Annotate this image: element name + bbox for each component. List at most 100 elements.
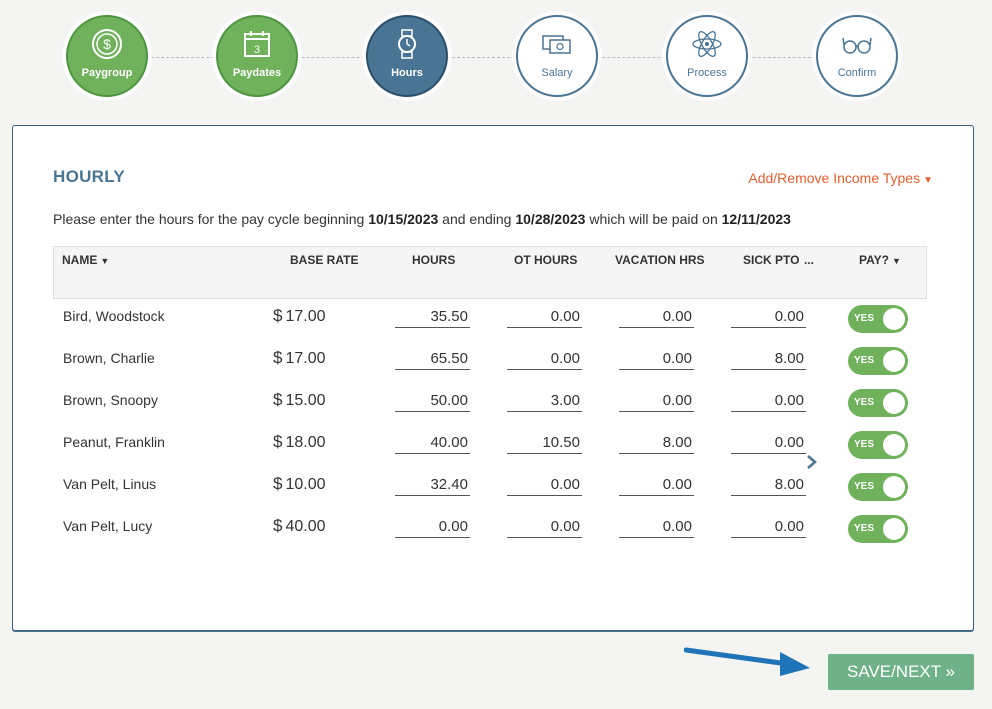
section-title: HOURLY	[53, 167, 126, 186]
ot-hours-input[interactable]	[507, 348, 582, 370]
step-label: Salary	[541, 67, 573, 79]
money-bill-icon	[540, 27, 574, 61]
employee-name: Peanut, Franklin	[63, 434, 165, 450]
step-hours[interactable]: Hours	[366, 15, 448, 97]
hours-input[interactable]	[395, 474, 470, 496]
atom-icon	[690, 27, 724, 61]
step-label: Paygroup	[81, 67, 133, 79]
sick-pto-input[interactable]	[731, 348, 806, 370]
save-next-button[interactable]: SAVE/NEXT »	[828, 654, 974, 690]
ot-hours-input[interactable]	[507, 306, 582, 328]
calendar-icon: 3	[240, 27, 274, 61]
add-remove-income-types-link[interactable]: Add/Remove Income Types ▼	[748, 170, 933, 186]
watch-icon	[390, 27, 424, 61]
intro-suffix: which will be paid on	[589, 211, 718, 227]
table-row: Brown, Charlie $17.00 YES	[53, 342, 933, 384]
pay-toggle[interactable]: YES	[848, 515, 908, 543]
employee-name: Bird, Woodstock	[63, 308, 165, 324]
sick-pto-input[interactable]	[731, 516, 806, 538]
step-process[interactable]: Process	[666, 15, 748, 97]
pay-toggle[interactable]: YES	[848, 473, 908, 501]
caret-down-icon: ▼	[100, 256, 110, 266]
column-header-sick-pto: SICK PTO	[743, 253, 800, 267]
sick-pto-input[interactable]	[731, 306, 806, 328]
step-confirm[interactable]: Confirm	[816, 15, 898, 97]
toggle-knob	[883, 434, 905, 456]
hours-input[interactable]	[395, 306, 470, 328]
column-header-ot-hours: OT HOURS	[514, 253, 578, 267]
ot-hours-input[interactable]	[507, 474, 582, 496]
caret-down-icon: ▼	[923, 175, 933, 186]
step-paydates[interactable]: 3 Paydates	[216, 15, 298, 97]
employee-name: Brown, Snoopy	[63, 392, 158, 408]
vacation-hours-input[interactable]	[619, 306, 694, 328]
ot-hours-input[interactable]	[507, 516, 582, 538]
pay-date: 12/11/2023	[721, 211, 791, 227]
toggle-knob	[883, 392, 905, 414]
sick-pto-input[interactable]	[731, 390, 806, 412]
hours-input[interactable]	[395, 432, 470, 454]
vacation-hours-input[interactable]	[619, 432, 694, 454]
base-rate: $17.00	[273, 348, 326, 367]
income-types-label: Add/Remove Income Types	[748, 170, 921, 186]
more-columns-indicator[interactable]: ...	[804, 253, 814, 267]
step-salary[interactable]: Salary	[516, 15, 598, 97]
hours-input[interactable]	[395, 516, 470, 538]
step-label: Process	[687, 67, 727, 79]
base-rate: $40.00	[273, 516, 326, 535]
column-header-pay[interactable]: PAY? ▼	[859, 253, 901, 267]
employee-name: Brown, Charlie	[63, 350, 155, 366]
dollar-coin-icon: $	[90, 27, 124, 61]
base-rate: $17.00	[273, 306, 326, 325]
ot-hours-input[interactable]	[507, 390, 582, 412]
eyeglasses-icon	[840, 27, 874, 61]
column-header-base-rate: BASE RATE	[290, 253, 359, 267]
pay-toggle[interactable]: YES	[848, 431, 908, 459]
sick-pto-input[interactable]	[731, 432, 806, 454]
cycle-end-date: 10/28/2023	[515, 211, 586, 227]
ot-hours-input[interactable]	[507, 432, 582, 454]
scroll-right-chevron-icon[interactable]	[805, 452, 819, 472]
column-header-name[interactable]: NAME ▼	[62, 253, 109, 267]
pay-toggle[interactable]: YES	[848, 347, 908, 375]
hours-input[interactable]	[395, 390, 470, 412]
column-header-vacation: VACATION HRS	[615, 253, 705, 267]
table-row: Brown, Snoopy $15.00 YES	[53, 384, 933, 426]
pay-toggle[interactable]: YES	[848, 305, 908, 333]
pointer-arrow-icon	[684, 647, 810, 676]
step-label: Confirm	[837, 67, 877, 79]
vacation-hours-input[interactable]	[619, 516, 694, 538]
sick-pto-input[interactable]	[731, 474, 806, 496]
step-label: Hours	[391, 67, 423, 79]
employee-name: Van Pelt, Lucy	[63, 518, 153, 534]
table-row: Van Pelt, Lucy $40.00 YES	[53, 510, 933, 552]
base-rate: $10.00	[273, 474, 326, 493]
vacation-hours-input[interactable]	[619, 474, 694, 496]
base-rate: $15.00	[273, 390, 326, 409]
toggle-knob	[883, 350, 905, 372]
caret-down-icon: ▼	[892, 256, 901, 266]
hourly-card: HOURLY Add/Remove Income Types ▼ Please e…	[12, 125, 974, 631]
toggle-knob	[883, 518, 905, 540]
pay-toggle[interactable]: YES	[848, 389, 908, 417]
hours-input[interactable]	[395, 348, 470, 370]
table-header: NAME ▼ BASE RATE HOURS OT HOURS VACATION …	[53, 246, 927, 299]
svg-text:3: 3	[254, 44, 260, 56]
step-label: Paydates	[232, 67, 282, 79]
svg-text:$: $	[103, 36, 111, 52]
toggle-knob	[883, 476, 905, 498]
base-rate: $18.00	[273, 432, 326, 451]
step-paygroup[interactable]: $ Paygroup	[66, 15, 148, 97]
toggle-knob	[883, 308, 905, 330]
employee-name: Van Pelt, Linus	[63, 476, 157, 492]
progress-stepper: $ Paygroup 3 Paydates Hours Salary Proce…	[0, 0, 992, 120]
column-header-hours: HOURS	[412, 253, 456, 267]
table-row: Peanut, Franklin $18.00 YES	[53, 426, 933, 468]
pay-cycle-intro: Please enter the hours for the pay cycle…	[53, 211, 791, 227]
intro-prefix: Please enter the hours for the pay cycle…	[53, 211, 365, 227]
vacation-hours-input[interactable]	[619, 390, 694, 412]
intro-mid: and ending	[442, 211, 512, 227]
vacation-hours-input[interactable]	[619, 348, 694, 370]
table-row: Bird, Woodstock $17.00 YES	[53, 300, 933, 342]
table-row: Van Pelt, Linus $10.00 YES	[53, 468, 933, 510]
